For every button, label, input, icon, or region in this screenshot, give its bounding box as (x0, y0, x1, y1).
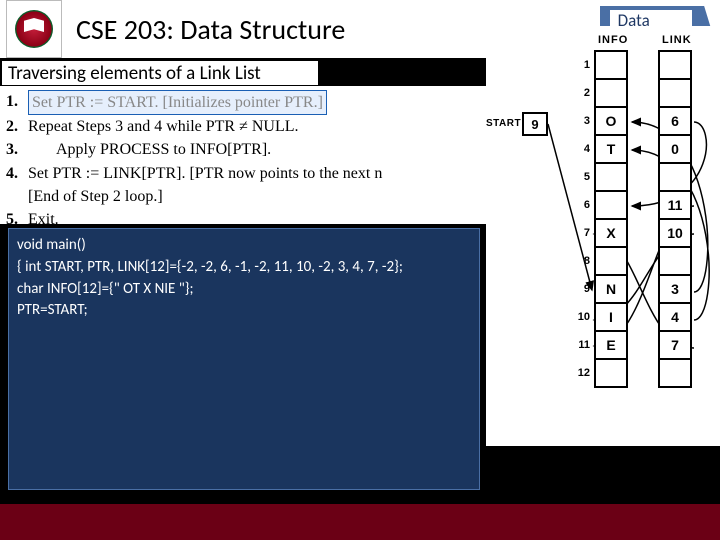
row-index: 12 (572, 367, 590, 379)
info-cell (594, 50, 628, 80)
algorithm-step: 2.Repeat Steps 3 and 4 while PTR ≠ NULL. (6, 115, 486, 138)
info-cell: T (594, 134, 628, 164)
link-cell (658, 162, 692, 192)
code-line: { int START, PTR, LINK[12]={-2, -2, 6, -… (17, 257, 471, 279)
link-column-label: LINK (662, 34, 692, 46)
info-column-label: INFO (598, 34, 628, 46)
code-line: char INFO[12]={" OT X NIE "}; (17, 279, 471, 301)
linked-list-diagram: INFO LINK START 9 123456789101112OT (486, 26, 720, 446)
info-cell (594, 358, 628, 388)
link-cell (658, 50, 692, 80)
link-cell: 4 (658, 302, 692, 332)
code-line: PTR=START; (17, 300, 471, 322)
link-cell (658, 358, 692, 388)
row-index: 9 (572, 283, 590, 295)
info-cell (594, 190, 628, 220)
link-cell (658, 246, 692, 276)
algorithm-step: 3.Apply PROCESS to INFO[PTR]. (6, 138, 486, 161)
info-cell (594, 162, 628, 192)
code-box: void main(){ int START, PTR, LINK[12]={-… (8, 228, 480, 490)
link-cell: 10 (658, 218, 692, 248)
info-cell (594, 78, 628, 108)
algorithm-step: [End of Step 2 loop.] (6, 185, 486, 208)
row-index: 6 (572, 199, 590, 211)
row-index: 8 (572, 255, 590, 267)
link-cell: 11 (658, 190, 692, 220)
info-cell: N (594, 274, 628, 304)
link-cell (658, 78, 692, 108)
start-value: 9 (522, 112, 548, 136)
course-title: CSE 203: Data Structure (76, 12, 345, 47)
row-index: 2 (572, 87, 590, 99)
row-index: 10 (572, 311, 590, 323)
row-index: 3 (572, 115, 590, 127)
algorithm-step: 1.Set PTR := START. [Initializes pointer… (6, 90, 486, 115)
link-cell: 0 (658, 134, 692, 164)
row-index: 11 (572, 339, 590, 351)
row-index: 1 (572, 59, 590, 71)
row-index: 4 (572, 143, 590, 155)
start-label: START (486, 118, 521, 129)
row-index: 5 (572, 171, 590, 183)
link-cell: 7 (658, 330, 692, 360)
slide-subtitle: Traversing elements of a Link List (2, 61, 318, 85)
row-index: 7 (572, 227, 590, 239)
info-cell: X (594, 218, 628, 248)
info-cell: E (594, 330, 628, 360)
link-cell: 6 (658, 106, 692, 136)
algorithm-box: 1.Set PTR := START. [Initializes pointer… (0, 86, 486, 224)
info-cell (594, 246, 628, 276)
code-line: void main() (17, 235, 471, 257)
info-cell: I (594, 302, 628, 332)
footer-bar (0, 504, 720, 540)
university-logo (6, 0, 62, 58)
link-cell: 3 (658, 274, 692, 304)
info-cell: O (594, 106, 628, 136)
algorithm-step: 4.Set PTR := LINK[PTR]. [PTR now points … (6, 162, 486, 185)
